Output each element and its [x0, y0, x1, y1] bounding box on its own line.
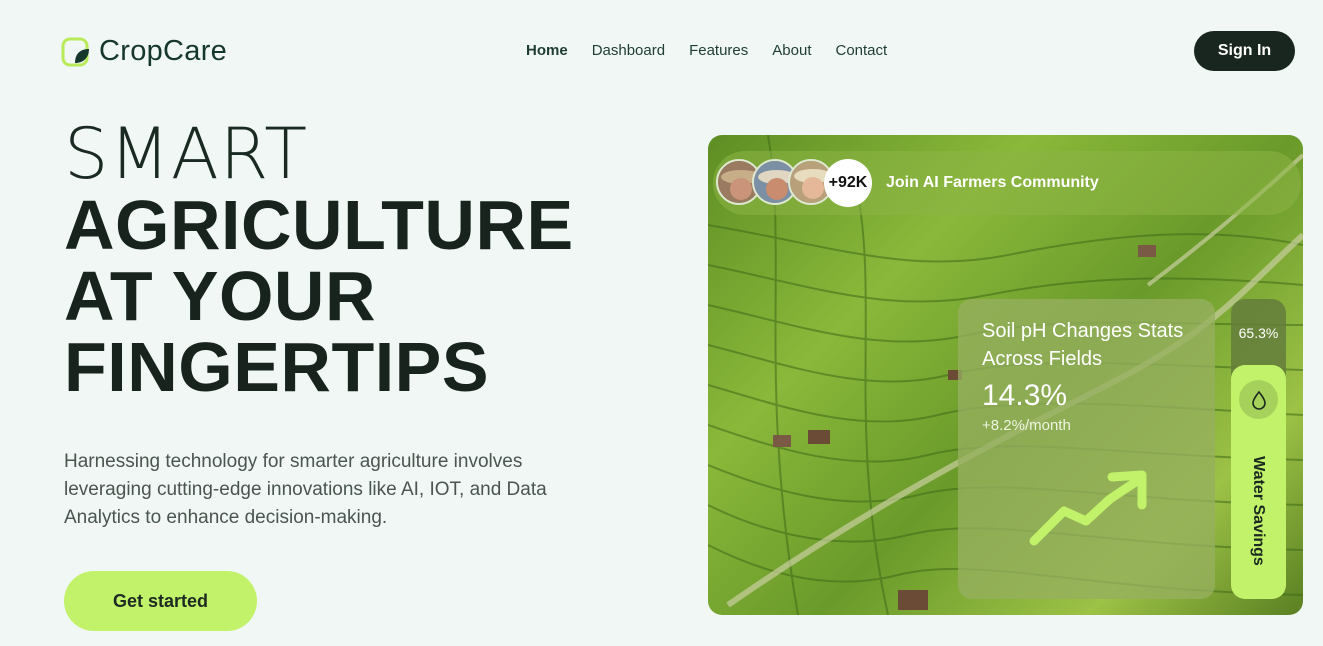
hero-line-smart: SMART: [64, 113, 309, 195]
community-banner[interactable]: +92K Join AI Farmers Community: [713, 151, 1301, 215]
community-label[interactable]: Join AI Farmers Community: [886, 174, 1099, 192]
hero-line-at-your: AT YOUR: [64, 257, 377, 335]
hero-line-agriculture: AGRICULTURE: [64, 186, 574, 264]
leaf-logo-icon: [61, 36, 91, 68]
hero-heading: SMART AGRICULTURE AT YOUR FINGERTIPS: [64, 118, 574, 403]
water-percent: 65.3%: [1238, 325, 1279, 341]
nav-dashboard[interactable]: Dashboard: [592, 42, 665, 59]
hero-description: Harnessing technology for smarter agricu…: [64, 451, 547, 528]
farmer-avatars: +92K: [716, 159, 872, 207]
water-drop-icon: [1239, 380, 1278, 419]
nav-home[interactable]: Home: [526, 42, 568, 59]
main-nav: Home Dashboard Features About Contact: [526, 42, 887, 59]
nav-features[interactable]: Features: [689, 42, 748, 59]
trend-up-icon: [1029, 470, 1147, 546]
stats-change: +8.2%/month: [982, 417, 1071, 434]
stats-title: Soil pH Changes Stats Across Fields: [982, 320, 1184, 370]
nav-contact[interactable]: Contact: [835, 42, 887, 59]
water-savings-label: Water Savings: [1250, 456, 1267, 566]
soil-ph-stats-card: Soil pH Changes Stats Across Fields 14.3…: [958, 299, 1215, 599]
brand-logo[interactable]: CropCare: [61, 35, 227, 68]
community-count: +92K: [824, 159, 872, 207]
nav-about[interactable]: About: [772, 42, 811, 59]
stats-value: 14.3%: [982, 379, 1068, 412]
hero-line-fingertips: FINGERTIPS: [64, 328, 490, 406]
brand-name: CropCare: [99, 35, 228, 67]
farm-aerial-image: +92K Join AI Farmers Community Soil pH C…: [708, 135, 1303, 615]
sign-in-button[interactable]: Sign In: [1194, 31, 1295, 71]
water-savings-card[interactable]: Water Savings: [1231, 365, 1286, 599]
get-started-button[interactable]: Get started: [64, 571, 257, 631]
